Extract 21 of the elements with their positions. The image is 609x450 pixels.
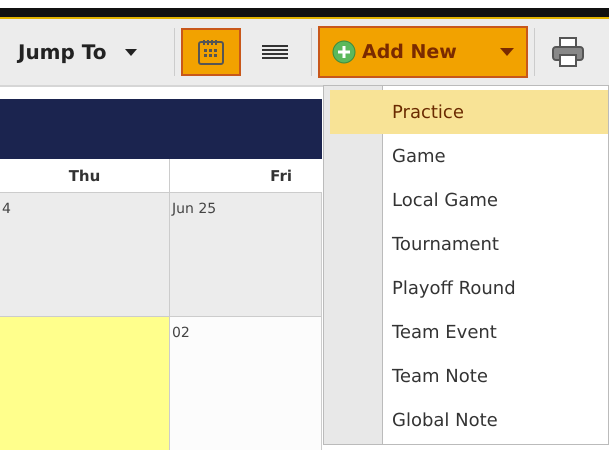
calendar-view-button[interactable]	[181, 28, 241, 76]
menu-item[interactable]: Tournament	[324, 222, 608, 266]
caret-icon	[500, 48, 514, 56]
plus-icon	[332, 40, 356, 64]
menu-item[interactable]: Practice	[330, 90, 608, 134]
day-cell[interactable]: 02	[170, 317, 322, 450]
add-new-button[interactable]: Add New	[318, 26, 528, 78]
calendar-icon	[197, 38, 225, 66]
caret-icon	[124, 48, 137, 56]
day-cell[interactable]: Jun 25	[170, 193, 322, 317]
day-cell[interactable]	[0, 317, 170, 450]
day-cell[interactable]: 4	[0, 193, 170, 317]
menu-item[interactable]: Global Note	[324, 398, 608, 442]
jump-to-button[interactable]: Jump To	[18, 40, 168, 64]
menu-item[interactable]: Game	[324, 134, 608, 178]
menu-item[interactable]: Team Event	[324, 310, 608, 354]
add-new-label: Add New	[362, 41, 458, 63]
list-icon	[262, 45, 288, 59]
menu-item[interactable]: Team Note	[324, 354, 608, 398]
menu-item[interactable]: Local Game	[324, 178, 608, 222]
menu-item[interactable]: Playoff Round	[324, 266, 608, 310]
